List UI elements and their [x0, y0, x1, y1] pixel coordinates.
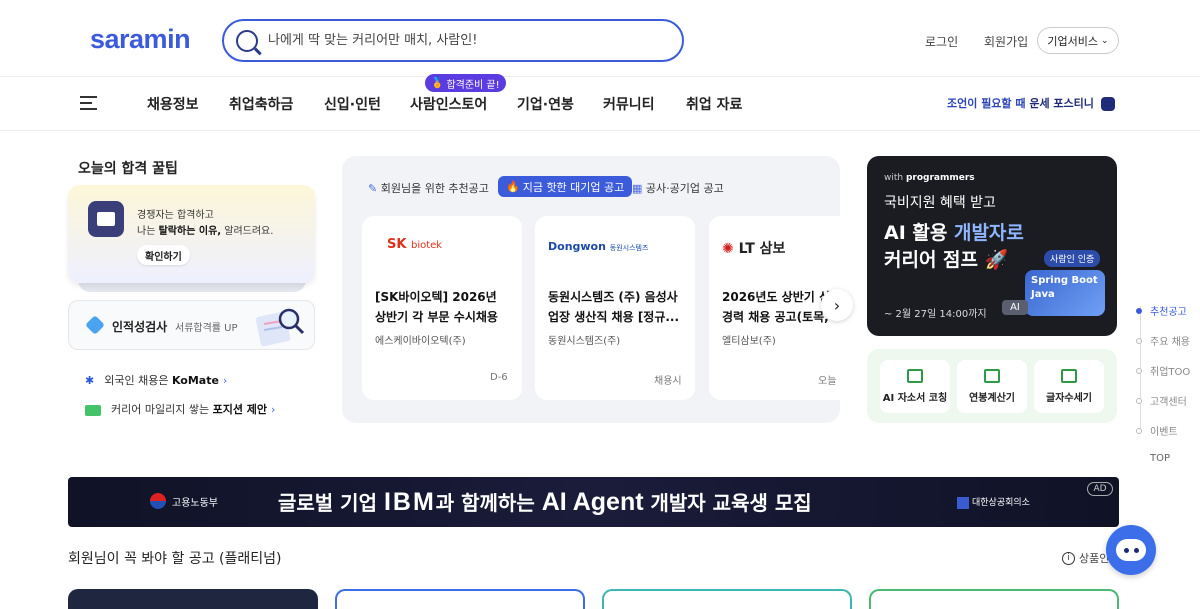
- fortune-link[interactable]: 조언이 필요할 때 운세 포스티니: [947, 95, 1115, 111]
- nav-company-salary[interactable]: 기업·연봉: [517, 94, 574, 114]
- ai-resume-coaching-button[interactable]: AI 자소서 코칭: [880, 360, 950, 413]
- building-icon: ▦: [632, 182, 643, 195]
- nav-community[interactable]: 커뮤니티: [603, 94, 655, 114]
- job-title: 동원시스템즈 (주) 음성사 업장 생산직 채용 [정규...: [548, 290, 680, 324]
- tip-text: 경쟁자는 합격하고 나는 탈락하는 이유, 알려드려요.: [137, 208, 273, 240]
- magnifier-document-icon: [255, 308, 305, 347]
- chevron-right-icon: ›: [833, 295, 841, 315]
- chamber-logo: 대한상공회의소: [957, 495, 1030, 509]
- chevron-right-icon: ›: [271, 403, 276, 416]
- ad-spring-card: Spring Boot Java: [1025, 270, 1105, 316]
- saramin-logo[interactable]: saramin: [90, 24, 191, 55]
- side-nav-tools[interactable]: 취업TOO: [1136, 363, 1190, 378]
- nav-bonus[interactable]: 취업축하금: [229, 94, 293, 114]
- ad-line3: 커리어 점프 🚀: [884, 249, 1009, 271]
- product-info-link[interactable]: i 상품인: [1062, 550, 1109, 566]
- business-services-button[interactable]: 기업서비스 ⌄: [1037, 27, 1119, 54]
- ad-ai-tag: AI: [1002, 300, 1028, 315]
- platinum-card[interactable]: [335, 589, 585, 609]
- hamburger-menu-icon[interactable]: [80, 96, 97, 110]
- business-services-label: 기업서비스: [1047, 34, 1099, 48]
- job-deadline: D-6: [490, 372, 508, 383]
- salary-calculator-button[interactable]: 연봉계산기: [957, 360, 1027, 413]
- job-title: [SK바이오텍] 2026년 상반기 각 부문 수시채용: [375, 290, 498, 324]
- job-company: 에스케이바이오텍(주): [375, 336, 466, 347]
- search-icon[interactable]: [236, 29, 258, 52]
- komate-link[interactable]: ✱ 외국인 채용은 KoMate ›: [85, 372, 227, 388]
- rocket-icon: 🚀: [984, 249, 1009, 271]
- signup-link[interactable]: 회원가입: [984, 33, 1028, 50]
- chevron-right-icon: ›: [222, 374, 228, 387]
- ad-line1: 국비지원 혜택 받고: [884, 195, 996, 211]
- search-bar[interactable]: [222, 19, 684, 62]
- aptitude-title: 인적성검사: [112, 320, 168, 334]
- platinum-section-title: 회원님이 꼭 봐야 할 공고 (플래티넘): [68, 551, 282, 567]
- tab-hot-enterprise[interactable]: 🔥 지금 핫한 대기업 공고: [498, 176, 633, 197]
- ad-with-label: with programmers: [884, 173, 975, 183]
- dongwon-logo: Dongwon 동원시스템즈: [548, 240, 649, 253]
- job-company: 동원시스템즈(주): [548, 336, 621, 347]
- aptitude-subtitle: 서류합격률 UP: [175, 323, 238, 334]
- side-nav-support[interactable]: 고객센터: [1136, 393, 1187, 408]
- store-badge-label: 합격준비 끝!: [446, 79, 500, 91]
- nav-intern[interactable]: 신입·인턴: [324, 94, 381, 114]
- chatbot-robot-icon[interactable]: [1106, 525, 1156, 575]
- ad-line2: AI 활용 개발자로: [884, 222, 1024, 244]
- sk-biotek-logo: SK biotek: [387, 237, 443, 252]
- fortune-icon: [1100, 97, 1115, 111]
- job-company: 엘티삼보(주): [722, 336, 776, 347]
- komate-icon: ✱: [85, 374, 95, 387]
- platinum-card[interactable]: [869, 589, 1119, 609]
- job-deadline: 오늘: [818, 376, 837, 387]
- tab-public-corp[interactable]: ▦ 공사·공기업 공고: [632, 180, 724, 196]
- mail-icon: [85, 404, 101, 416]
- ad-cert-badge: 사람인 인증: [1044, 250, 1101, 267]
- next-arrow-button[interactable]: ›: [821, 289, 853, 321]
- medal-icon: 🏅: [431, 77, 444, 89]
- tip-confirm-button[interactable]: 확인하기: [137, 245, 190, 265]
- ad-date: ~ 2월 27일 14:00까지: [884, 309, 987, 320]
- info-icon: i: [1062, 551, 1075, 565]
- tab-recommended[interactable]: ✎ 회원님을 위한 추천공고: [368, 180, 489, 196]
- side-nav-event[interactable]: 이벤트: [1136, 423, 1178, 438]
- ad-tag: AD: [1087, 482, 1113, 496]
- scroll-top-button[interactable]: TOP: [1150, 453, 1170, 464]
- header-divider: [0, 76, 1200, 77]
- nav-store[interactable]: 사람인스토어: [410, 94, 487, 114]
- chevron-down-icon: ⌄: [1101, 35, 1109, 46]
- position-offer-link[interactable]: 커리어 마일리지 쌓는 포지션 제안 ›: [85, 401, 275, 417]
- job-deadline: 채용시: [654, 376, 682, 387]
- list-icon: [1061, 369, 1077, 383]
- document-check-icon: [907, 369, 923, 383]
- tips-title: 오늘의 합격 꿀팁: [78, 161, 178, 177]
- lt-sambo-logo: ✺ LT 삼보: [722, 241, 786, 257]
- sparkle-icon: ✎: [368, 182, 378, 195]
- platinum-card[interactable]: [602, 589, 852, 609]
- search-input[interactable]: [268, 33, 658, 48]
- char-counter-button[interactable]: 글자수세기: [1034, 360, 1104, 413]
- fortune-link-text: 조언이 필요할 때: [947, 97, 1026, 110]
- nav-divider: [0, 130, 1200, 131]
- gov-logo: 고용노동부: [150, 493, 218, 509]
- nav-jobs[interactable]: 채용정보: [147, 94, 199, 114]
- login-link[interactable]: 로그인: [925, 33, 958, 50]
- tip-line2: 나는 탈락하는 이유, 알려드려요.: [137, 226, 274, 237]
- fortune-link-bold: 운세 포스티니: [1029, 97, 1094, 110]
- side-nav-recommend[interactable]: 추천공고: [1136, 303, 1187, 318]
- banner-headline: 글로벌 기업 IBM과 함께하는 AI Agent 개발자 교육생 모집: [278, 488, 812, 516]
- calculator-icon: [984, 369, 1000, 383]
- nav-resources[interactable]: 취업 자료: [686, 94, 742, 114]
- chart-board-icon: [88, 201, 124, 237]
- side-nav-major[interactable]: 주요 채용: [1136, 333, 1190, 348]
- store-badge: 🏅 합격준비 끝!: [425, 74, 506, 92]
- tip-line1: 경쟁자는 합격하고: [137, 210, 214, 221]
- platinum-card[interactable]: [68, 589, 318, 609]
- fire-icon: 🔥: [506, 180, 520, 193]
